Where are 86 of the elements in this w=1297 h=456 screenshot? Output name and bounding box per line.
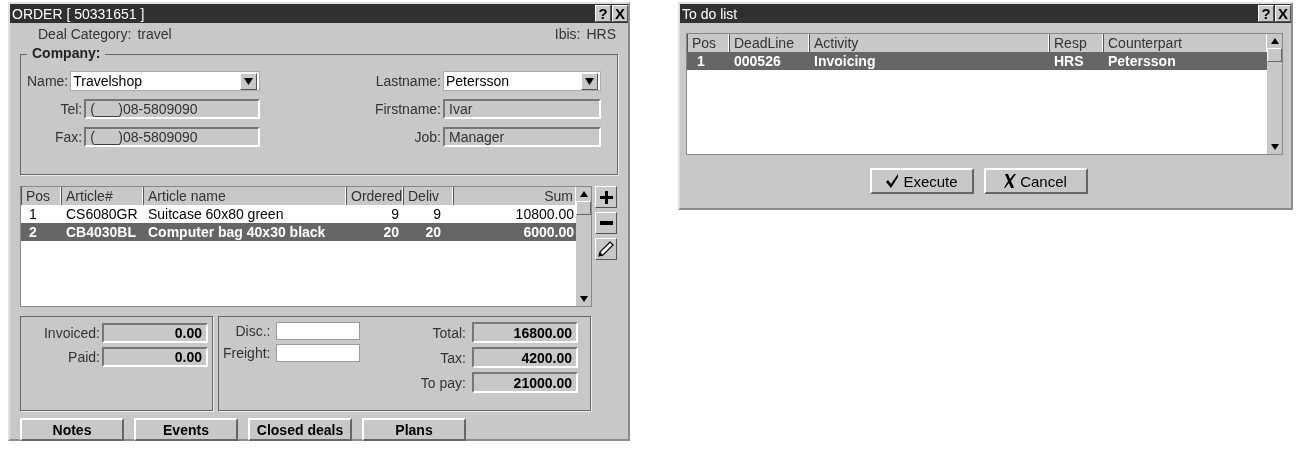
text-field[interactable]: (___)08-5809090 [84, 99, 261, 119]
remove-button[interactable] [595, 212, 617, 234]
table-cell-text: 9 [390, 205, 400, 223]
dropdown-arrow-icon [585, 77, 594, 85]
window-title: To do list [682, 5, 739, 22]
column-header[interactable]: Article name [143, 187, 346, 205]
field-label: Paid: [68, 349, 100, 365]
table-row[interactable]: 1 000526 Invoicing HRS Petersson [687, 52, 1267, 70]
scroll-down-icon [1270, 144, 1279, 150]
field-label: Job: [414, 129, 441, 145]
field-label: Lastname: [375, 73, 441, 89]
group-title: Company: [27, 45, 106, 61]
scroll-thumb[interactable] [576, 201, 591, 215]
field-label: To pay: [420, 374, 466, 391]
table-cell-text: HRS [1053, 52, 1085, 70]
cross-icon [1004, 174, 1017, 188]
amount-field[interactable]: 21000.00 [472, 372, 578, 393]
scroll-up-icon [1270, 38, 1279, 44]
table-row[interactable]: 1 CS6080GR Suitcase 60x80 green 9 9 10800.00 [21, 205, 576, 223]
close-button[interactable]: X [1275, 5, 1291, 22]
close-button[interactable]: X [612, 5, 628, 22]
scroll-thumb[interactable] [1267, 48, 1282, 62]
field-label: Name: [27, 73, 69, 89]
ibis-value: HRS [586, 26, 616, 42]
text-dropdown[interactable]: Petersson [443, 71, 601, 91]
tab-button[interactable]: Notes [20, 418, 124, 441]
column-header[interactable]: Pos [21, 187, 61, 205]
scrollbar[interactable] [576, 187, 591, 306]
amount-field[interactable]: 4200.00 [472, 347, 578, 368]
table-cell-text: 1 [28, 205, 38, 223]
column-header[interactable]: Deliv [403, 187, 453, 205]
tab-button[interactable]: Closed deals [248, 418, 352, 441]
field-label: Tel: [60, 101, 83, 117]
field-label: Total: [432, 324, 466, 341]
table-cell-text: 9 [432, 205, 442, 223]
deal-category-label: Deal Category: [38, 26, 132, 42]
table-cell-text: Computer bag 40x30 black [147, 223, 327, 241]
field-label: Freight: [223, 345, 271, 361]
plus-icon [599, 190, 613, 204]
table-cell-text: 000526 [733, 52, 782, 70]
table-cell-text: CS6080GR [65, 205, 139, 223]
field-label: Disc.: [235, 323, 271, 339]
table-cell-text: 20 [424, 223, 442, 241]
help-button[interactable]: ? [595, 5, 611, 22]
text-field[interactable]: Manager [443, 127, 601, 147]
table-cell-text: 2 [28, 223, 38, 241]
amount-field[interactable]: 0.00 [102, 347, 208, 367]
deal-category-value: travel [137, 26, 172, 42]
amount-field[interactable]: 0.00 [102, 323, 208, 343]
ibis-label: Ibis: [554, 26, 581, 42]
execute-button[interactable]: Execute [869, 168, 974, 194]
table-row[interactable]: 2 CB4030BL Computer bag 40x30 black 20 20 6000.00 [21, 223, 576, 241]
tab-button[interactable]: Plans [362, 418, 466, 441]
window-title: ORDER [ 50331651 ] [12, 5, 146, 22]
text-dropdown[interactable]: Travelshop [70, 71, 261, 91]
add-button[interactable] [595, 186, 617, 208]
amount-field[interactable]: 16800.00 [472, 322, 578, 343]
field-label: Fax: [55, 129, 83, 145]
check-icon [885, 174, 900, 188]
table-cell-text: 6000.00 [522, 223, 575, 241]
text-field[interactable]: (___)08-5809090 [84, 127, 261, 147]
minus-icon [599, 221, 613, 225]
scroll-down-icon [579, 296, 588, 302]
input-field[interactable] [276, 322, 361, 340]
scroll-up-icon [579, 191, 588, 197]
table-cell-text: Invoicing [813, 52, 877, 70]
column-header[interactable]: Article# [61, 187, 143, 205]
edit-button[interactable] [595, 238, 617, 260]
pencil-icon [598, 241, 614, 257]
field-label: Firstname: [374, 101, 441, 117]
input-field[interactable] [276, 344, 361, 362]
table-cell-text: 20 [382, 223, 400, 241]
field-label: Invoiced: [43, 325, 100, 341]
dropdown-arrow-icon [244, 77, 254, 85]
scrollbar[interactable] [1267, 34, 1282, 154]
table-cell-text: CB4030BL [65, 223, 138, 241]
table-cell-text: 1 [696, 52, 706, 70]
column-header[interactable]: Ordered [346, 187, 403, 205]
table-cell-text: Petersson [1107, 52, 1177, 70]
help-button[interactable]: ? [1258, 5, 1274, 22]
text-field[interactable]: Ivar [443, 99, 601, 119]
cancel-button[interactable]: Cancel [983, 168, 1088, 194]
table-cell-text: Suitcase 60x80 green [147, 205, 285, 223]
field-label: Tax: [440, 349, 466, 366]
tab-button[interactable]: Events [134, 418, 238, 441]
table-cell-text: 10800.00 [514, 205, 575, 223]
